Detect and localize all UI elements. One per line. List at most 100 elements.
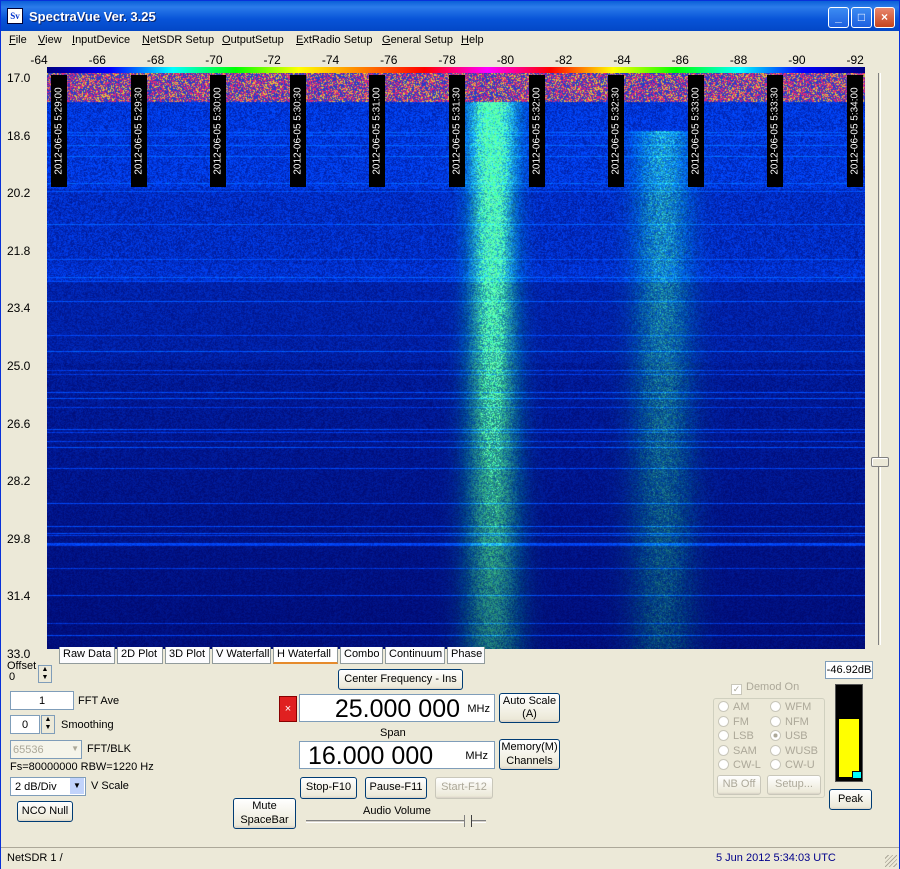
audio-volume-track[interactable]	[306, 820, 486, 823]
radio-label: NFM	[785, 715, 809, 728]
menu-accelerator: F	[9, 34, 16, 46]
resize-grip-icon[interactable]	[885, 855, 897, 867]
auto-scale-button[interactable]: Auto Scale (A)	[499, 693, 560, 723]
title-bar[interactable]: Sv SpectraVue Ver. 3.25 _ □ ×	[1, 1, 899, 31]
nb-off-button[interactable]: NB Off	[717, 775, 761, 795]
close-button[interactable]: ×	[874, 7, 895, 28]
slider-thumb[interactable]	[871, 457, 889, 467]
menu-accelerator: O	[222, 34, 231, 46]
menu-label: xtRadio Setup	[303, 34, 373, 46]
fft-blk-label: FFT/BLK	[87, 743, 132, 755]
offset-label: Offset	[7, 660, 37, 672]
window-title: SpectraVue Ver. 3.25	[29, 9, 156, 24]
span-field[interactable]: 16.000 000 MHz	[299, 741, 495, 770]
memory-channels-button[interactable]: Memory(M) Channels	[499, 739, 560, 770]
menu-help[interactable]: Help	[461, 34, 484, 46]
smoothing-spinner[interactable]: ▲ ▼	[41, 715, 55, 734]
menu-label: nputDevice	[75, 34, 131, 46]
menu-label: ile	[15, 34, 27, 46]
center-frequency-field[interactable]: 25.000 000 MHz	[299, 694, 495, 723]
radio-circle-icon	[718, 744, 729, 756]
freq-tick-label: -78	[438, 53, 456, 67]
radio-circle-icon	[718, 730, 729, 741]
radio-am[interactable]: AM	[718, 701, 750, 713]
demod-on-checkbox[interactable]: ✓ Demod On	[731, 681, 799, 695]
fft-blk-select[interactable]: 65536 ▼	[10, 740, 82, 759]
menu-view[interactable]: View	[38, 34, 62, 46]
checkmark-icon: ✓	[731, 684, 742, 695]
time-tick-label: 33.0	[7, 647, 31, 661]
center-frequency-value: 25.000 000	[334, 695, 460, 723]
radio-circle-icon	[770, 730, 781, 741]
time-tick-label: 29.8	[7, 531, 31, 546]
vscale-select[interactable]: 2 dB/Div ▼	[10, 777, 86, 796]
radio-lsb[interactable]: LSB	[718, 730, 754, 742]
signal-level-meter	[835, 684, 863, 782]
menu-netsdr-setup[interactable]: NetSDR Setup	[142, 34, 214, 46]
freq-tick-label: -74	[321, 53, 340, 67]
timestamp-text: 2012-06-05 5:29:00	[53, 87, 65, 175]
timestamp-text: 2012-06-05 5:31:30	[451, 87, 463, 175]
maximize-button[interactable]: □	[851, 7, 872, 28]
center-frequency-unit: MHz	[467, 703, 490, 715]
timestamp-label: 2012-06-05 5:33:30	[767, 75, 784, 187]
tab-phase[interactable]: Phase	[447, 647, 485, 664]
tab-v-waterfall[interactable]: V Waterfall	[212, 647, 271, 664]
menu-label: utputSetup	[230, 34, 284, 46]
center-frequency-button[interactable]: Center Frequency - Ins	[338, 669, 463, 690]
menu-general-setup[interactable]: General Setup	[382, 34, 453, 46]
menu-file[interactable]: File	[9, 34, 27, 46]
start-button[interactable]: Start-F12	[435, 777, 493, 799]
tab-h-waterfall[interactable]: H Waterfall	[273, 647, 338, 664]
status-datetime: 5 Jun 2012 5:34:03 UTC	[716, 852, 836, 864]
waterfall-display[interactable]: 2012-06-05 5:29:00 2012-06-05 5:29:30 2012…	[47, 73, 865, 649]
tab-raw-data[interactable]: Raw Data	[59, 647, 115, 664]
radio-label: FM	[733, 715, 749, 728]
audio-volume-thumb[interactable]	[464, 815, 473, 827]
menu-label: iew	[45, 34, 62, 46]
timestamp-label: 2012-06-05 5:31:00	[369, 75, 386, 187]
nco-null-button[interactable]: NCO Null	[17, 801, 73, 822]
close-icon[interactable]: ×	[279, 696, 297, 722]
vertical-scale-slider[interactable]	[865, 69, 891, 649]
tab-combo[interactable]: Combo	[340, 647, 383, 664]
timestamp-label: 2012-06-05 5:32:30	[608, 75, 625, 187]
fft-ave-field[interactable]: 1	[10, 691, 74, 710]
fft-blk-value: 65536	[13, 744, 44, 756]
time-tick-label: 23.4	[7, 301, 31, 316]
offset-spinner[interactable]: ▲ ▼	[38, 665, 52, 683]
menu-extradio-setup[interactable]: ExtRadio Setup	[296, 34, 372, 46]
tab-3d-plot[interactable]: 3D Plot	[165, 647, 210, 664]
chevron-down-icon: ▼	[71, 744, 79, 753]
tab-continuum[interactable]: Continuum	[385, 647, 445, 664]
radio-fm[interactable]: FM	[718, 715, 749, 728]
pause-button[interactable]: Pause-F11	[365, 777, 427, 799]
menu-accelerator: H	[461, 34, 469, 46]
radio-circle-icon	[770, 759, 781, 770]
menu-inputdevice[interactable]: InputDevice	[72, 34, 130, 46]
radio-usb[interactable]: USB	[770, 730, 808, 742]
stop-button[interactable]: Stop-F10	[300, 777, 357, 799]
status-device: NetSDR 1 /	[7, 852, 63, 864]
radio-nfm[interactable]: NFM	[770, 715, 809, 728]
radio-cw-u[interactable]: CW-U	[770, 759, 815, 771]
radio-cw-l[interactable]: CW-L	[718, 759, 761, 771]
offset-field[interactable]: 0	[9, 671, 37, 686]
minimize-button[interactable]: _	[828, 7, 849, 28]
radio-wfm[interactable]: WFM	[770, 701, 811, 713]
smoothing-field[interactable]: 0	[10, 715, 40, 734]
mute-button[interactable]: Mute SpaceBar	[233, 798, 296, 829]
radio-sam[interactable]: SAM	[718, 744, 757, 757]
freq-tick-label: -90	[788, 53, 806, 67]
chevron-down-icon: ▼	[70, 778, 84, 794]
db-readout: -46.92dB	[825, 661, 873, 679]
radio-label: USB	[785, 730, 808, 742]
radio-wusb[interactable]: WUSB	[770, 744, 818, 757]
span-unit: MHz	[465, 750, 488, 762]
menu-outputsetup[interactable]: OutputSetup	[222, 34, 284, 46]
setup-button[interactable]: Setup...	[767, 775, 821, 795]
menu-label: etSDR Setup	[149, 34, 215, 46]
peak-button[interactable]: Peak	[829, 789, 872, 810]
timestamp-text: 2012-06-05 5:32:00	[531, 87, 543, 175]
tab-2d-plot[interactable]: 2D Plot	[117, 647, 163, 664]
